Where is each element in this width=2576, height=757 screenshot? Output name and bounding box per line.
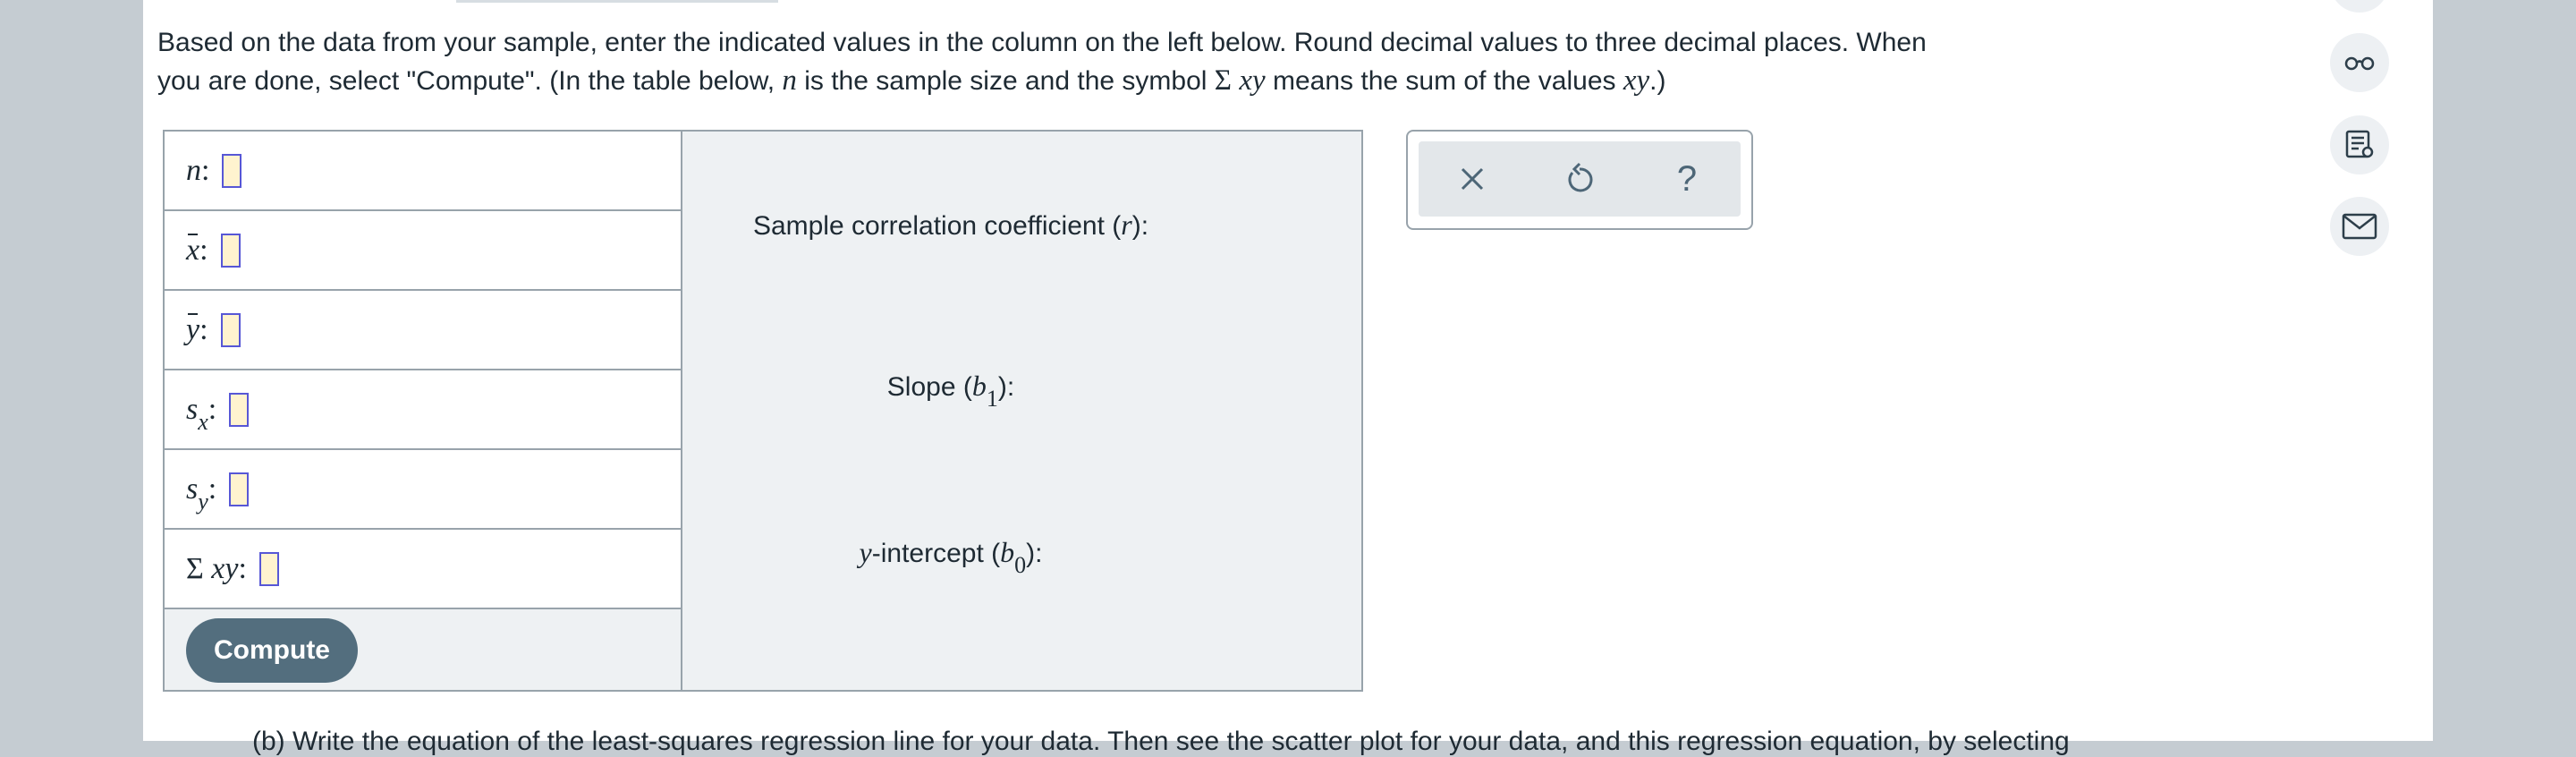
label-x-bar: x: [186,233,208,267]
undo-icon [1568,162,1593,192]
notes-button[interactable] [2330,115,2389,174]
instructions-line-1: Based on the data from your sample, ente… [157,28,1927,57]
row-sum-xy: Σ xy: [165,530,681,609]
compute-button[interactable]: Compute [186,618,358,683]
label-sum-xy: Σ xy: [186,551,247,585]
intercept-label: y-intercept (b0): [859,536,1043,578]
correlation-label: Sample correlation coefficient (r): [752,208,1149,241]
mail-icon [2342,213,2377,240]
readspeaker-button[interactable] [2330,33,2389,92]
row-n: n: [165,132,681,211]
row-x-bar: x: [165,211,681,291]
row-sx: sx: [165,370,681,450]
label-n: n: [186,153,210,187]
input-sum-xy[interactable] [258,551,279,586]
toolbox-inner: ? [1419,141,1741,217]
input-y-bar[interactable] [220,312,241,347]
label-sy: sy: [186,472,217,515]
next-question-text: (b) Write the equation of the least-squa… [252,727,2070,756]
top-divider [456,0,778,3]
help-icon: ? [1676,158,1698,199]
close-icon [1461,167,1484,191]
label-y-bar: y: [186,312,208,346]
undo-button[interactable] [1553,152,1606,206]
help-button[interactable]: ? [1660,152,1714,206]
label-sx: sx: [186,392,217,435]
results-column: Sample correlation coefficient (r): Slop… [682,132,1361,690]
notes-icon [2345,130,2374,158]
message-button[interactable] [2330,197,2389,256]
answer-toolbox: ? [1406,130,1753,230]
input-sy[interactable] [229,472,250,506]
slope-label: Slope (b1): [886,370,1015,412]
glasses-icon [2344,56,2375,71]
row-sy: sy: [165,450,681,530]
input-column: n: x: y: sx: sy: Σ xy: Compute [165,132,682,690]
compute-area: Compute [165,609,681,690]
data-table: n: x: y: sx: sy: Σ xy: Compute Sample co… [163,130,1363,692]
instructions-text: Based on the data from your sample, ente… [157,23,2215,100]
row-y-bar: y: [165,291,681,370]
input-n[interactable] [222,153,242,188]
clear-button[interactable] [1445,152,1499,206]
input-sx[interactable] [229,392,250,427]
instructions-line-2: you are done, select "Compute". (In the … [157,64,1666,97]
input-x-bar[interactable] [220,233,241,268]
